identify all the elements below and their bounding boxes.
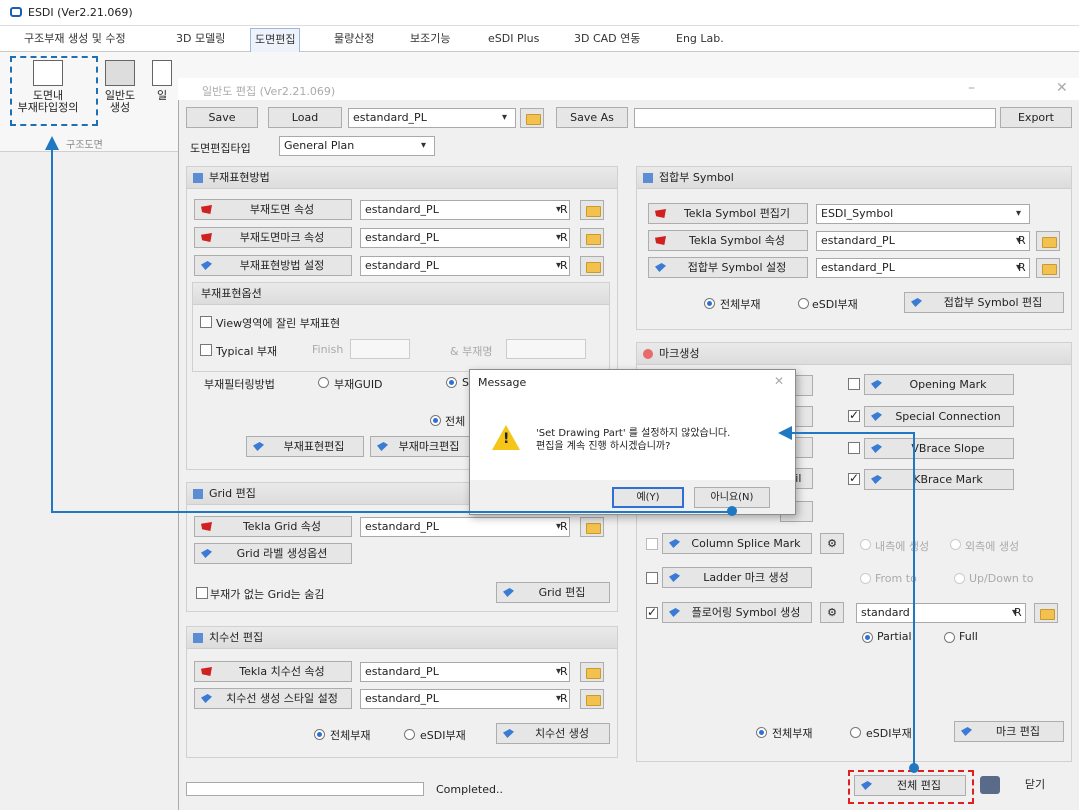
arrow-head-up — [45, 136, 59, 150]
arrow-line-right — [790, 432, 915, 770]
arrow-head-left — [778, 426, 792, 440]
arrow-dot-1 — [727, 506, 737, 516]
arrow-dot-2 — [909, 763, 919, 773]
arrow-line-left — [51, 150, 730, 513]
annotation-arrows — [45, 136, 919, 773]
